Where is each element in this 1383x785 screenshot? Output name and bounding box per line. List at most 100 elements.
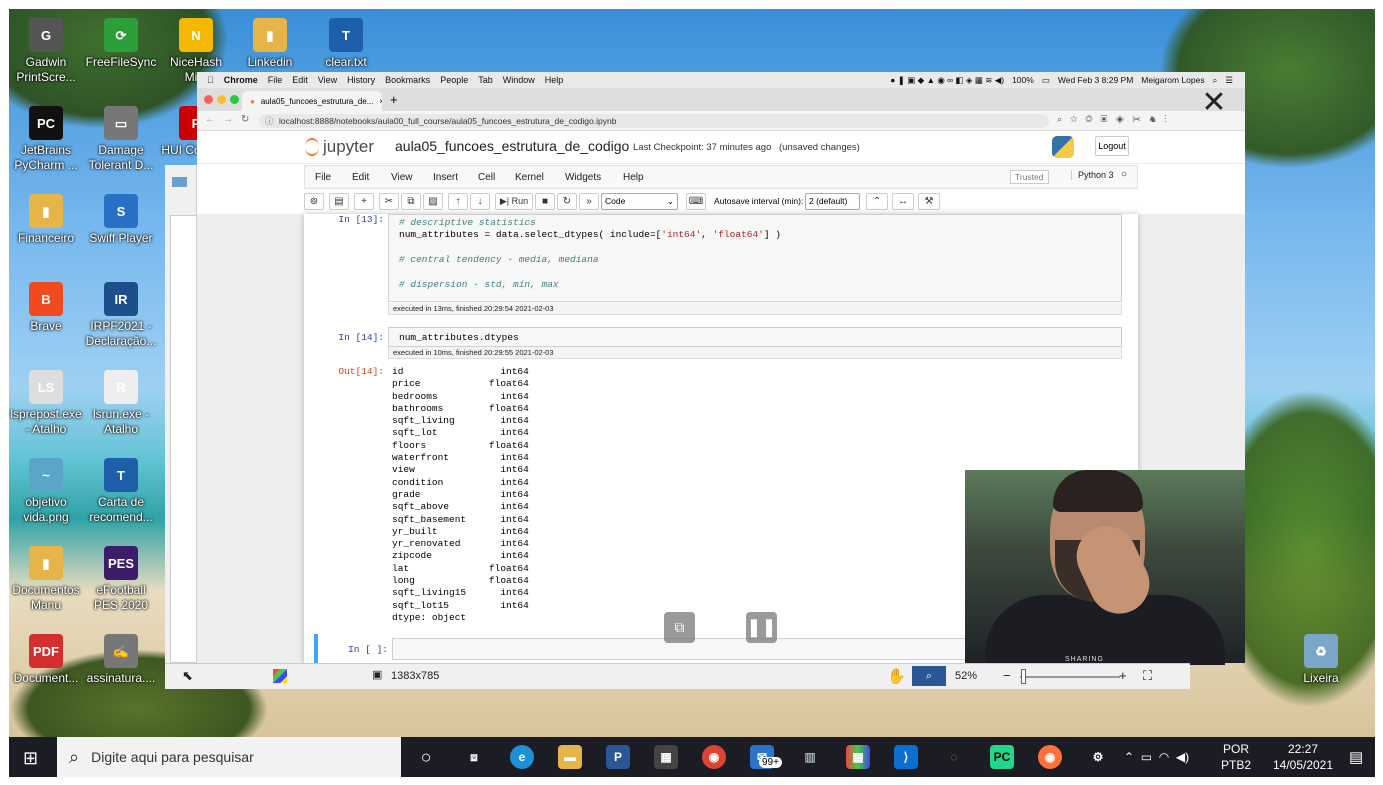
edge-icon[interactable]: e [510,745,534,769]
desktop-icon[interactable]: ▮ Documentos Manu [8,546,84,613]
hand-tool-icon[interactable]: ✋ [887,667,906,685]
cut-icon[interactable]: ✂ [379,193,399,210]
apple-icon[interactable]:  [207,75,214,85]
zoom-slider-thumb[interactable] [1021,669,1026,684]
cortana-icon[interactable]: ○ [414,745,438,769]
desktop-icon[interactable]: ▭ Damage Tolerant D... [83,106,159,173]
desktop-icon[interactable]: PC JetBrains PyCharm ... [8,106,84,173]
windows-start-icon[interactable]: ⊞ [23,748,38,769]
pycharm-icon[interactable]: PC [990,745,1014,769]
menubar-view[interactable]: View [318,75,337,85]
desktop-icon[interactable]: Tclear.txt [308,18,384,70]
close-window-dot[interactable] [204,95,213,104]
hammer-icon[interactable]: ⚒ [918,193,940,210]
minimize-window-dot[interactable] [217,95,226,104]
menubar-app-name[interactable]: Chrome [224,75,258,85]
menu-list-icon[interactable]: ☰ [1225,75,1233,86]
pause-icon[interactable]: ❚❚ [746,612,777,643]
menu-help[interactable]: Help [623,172,644,183]
viewer-close-button[interactable]: ✕ [1199,88,1229,118]
logout-button[interactable]: Logout [1095,136,1129,156]
desktop-icon[interactable]: ♻ Lixeira [1283,634,1359,686]
new-tab-button[interactable]: + [390,92,398,107]
code-cell[interactable]: num_attributes.dtypes [388,327,1122,347]
chrome-icon[interactable]: ◉ [702,745,726,769]
calendar-app-icon[interactable]: ▥ [798,745,822,769]
zoom-in-button[interactable]: + [1119,668,1127,683]
zoom-icon[interactable]: ⌕ [912,666,946,686]
desktop-icon[interactable]: ~ objetivo vida.png [8,458,84,525]
gadget-icon[interactable]: ⚙ [1086,745,1110,769]
insert-cell-icon[interactable]: + [354,193,374,210]
keyboard-icon[interactable]: ⌨ [686,193,706,210]
menubar-user[interactable]: Meigarom Lopes [1141,75,1204,85]
menu-edit[interactable]: Edit [352,172,369,183]
run-button[interactable]: ▶| Run [495,193,533,210]
desktop-icon[interactable]: LS lsprepost.exe - Atalho [8,370,84,437]
taskbar-search[interactable]: ⌕ Digite aqui para pesquisar [57,737,401,777]
desktop-icon[interactable]: IR IRPF2021 - Declaração... [83,282,159,349]
vscode-icon[interactable]: ⟩ [894,745,918,769]
autosave-select[interactable]: 2 (default) [805,193,860,210]
menu-kernel[interactable]: Kernel [515,172,544,183]
desktop-icon[interactable]: ⟳ FreeFileSync [83,18,159,70]
info-icon[interactable]: ⓘ [265,114,274,128]
language-indicator[interactable]: POR PTB2 [1221,741,1251,773]
extension-icons[interactable]: ⌕☆◎▣◈✂♞⋮ [1057,114,1174,125]
desktop-icon[interactable]: T Carta de recomend... [83,458,159,525]
reload-icon[interactable]: ↻ [241,114,249,125]
tray-icons[interactable]: ⌃ ▭ ◠ ◀) [1124,737,1189,777]
store-icon[interactable]: ▦ [654,745,678,769]
notification-icon[interactable]: ▤ [1349,748,1363,766]
move-down-icon[interactable]: ↓ [470,193,490,210]
fit-screen-icon[interactable]: ⛶ [1143,668,1152,684]
restart-run-all-icon[interactable]: » [579,193,599,210]
menu-widgets[interactable]: Widgets [565,172,601,183]
maximize-window-dot[interactable] [230,95,239,104]
colorful-app-icon[interactable]: ▦ [846,745,870,769]
trusted-badge[interactable]: Trusted [1010,170,1049,184]
menubar-edit[interactable]: Edit [292,75,308,85]
menubar-file[interactable]: File [268,75,283,85]
forward-arrow-icon[interactable]: → [223,114,233,125]
menu-insert[interactable]: Insert [433,172,458,183]
menubar-bookmarks[interactable]: Bookmarks [385,75,430,85]
viewer-thumbnail-icon[interactable] [172,177,187,187]
desktop-icon[interactable]: PES eFootball PES 2020 [83,546,159,613]
address-bar[interactable]: ⓘ localhost:8888/notebooks/aula00_full_c… [259,114,1049,128]
menubar-help[interactable]: Help [545,75,564,85]
back-arrow-icon[interactable]: ← [205,114,215,125]
collapse-up-icon[interactable]: ⌃ [866,193,888,210]
desktop-icon[interactable]: ✍ assinatura.... [83,634,159,686]
desktop-icon[interactable]: G Gadwin PrintScre... [8,18,84,85]
cell-type-select[interactable]: Code ⌄ [601,193,678,210]
save-checkpoint-icon[interactable]: ▤ [329,193,349,210]
expand-width-icon[interactable]: ↔ [892,193,914,210]
zoom-out-button[interactable]: − [1003,668,1011,683]
menu-cell[interactable]: Cell [478,172,495,183]
menu-file[interactable]: File [315,172,331,183]
python-app-icon[interactable]: P [606,745,630,769]
save-icon[interactable]: ⊚ [304,193,324,210]
menu-view[interactable]: View [391,172,413,183]
desktop-icon[interactable]: ▮ Linkedin [232,18,308,70]
menubar-history[interactable]: History [347,75,375,85]
spotlight-icon[interactable]: ⌕ [1213,75,1218,86]
browser-tab[interactable]: ● aula05_funcoes_estrutura_de... × [242,91,382,111]
zoom-slider[interactable] [1020,676,1120,678]
desktop-icon[interactable]: ▮ Financeiro [8,194,84,246]
picture-in-picture-icon[interactable]: ⧉ [664,612,695,643]
menubar-tab[interactable]: Tab [478,75,493,85]
desktop-icon[interactable]: B Brave [8,282,84,334]
tab-close-icon[interactable]: × [379,97,382,106]
stop-icon[interactable]: ■ [535,193,555,210]
desktop-icon[interactable]: PDF Document... [8,634,84,686]
jupyter-taskbar-icon[interactable]: ◌ [942,745,966,769]
restart-icon[interactable]: ↻ [557,193,577,210]
paste-icon[interactable]: ▨ [423,193,443,210]
jupyter-logo[interactable]: jupyter [305,137,374,157]
copy-icon[interactable]: ⧉ [401,193,421,210]
desktop-icon[interactable]: S Swiff Player [83,194,159,246]
firefox-icon[interactable]: ◉ [1038,745,1062,769]
clock[interactable]: 22:27 14/05/2021 [1268,741,1338,773]
